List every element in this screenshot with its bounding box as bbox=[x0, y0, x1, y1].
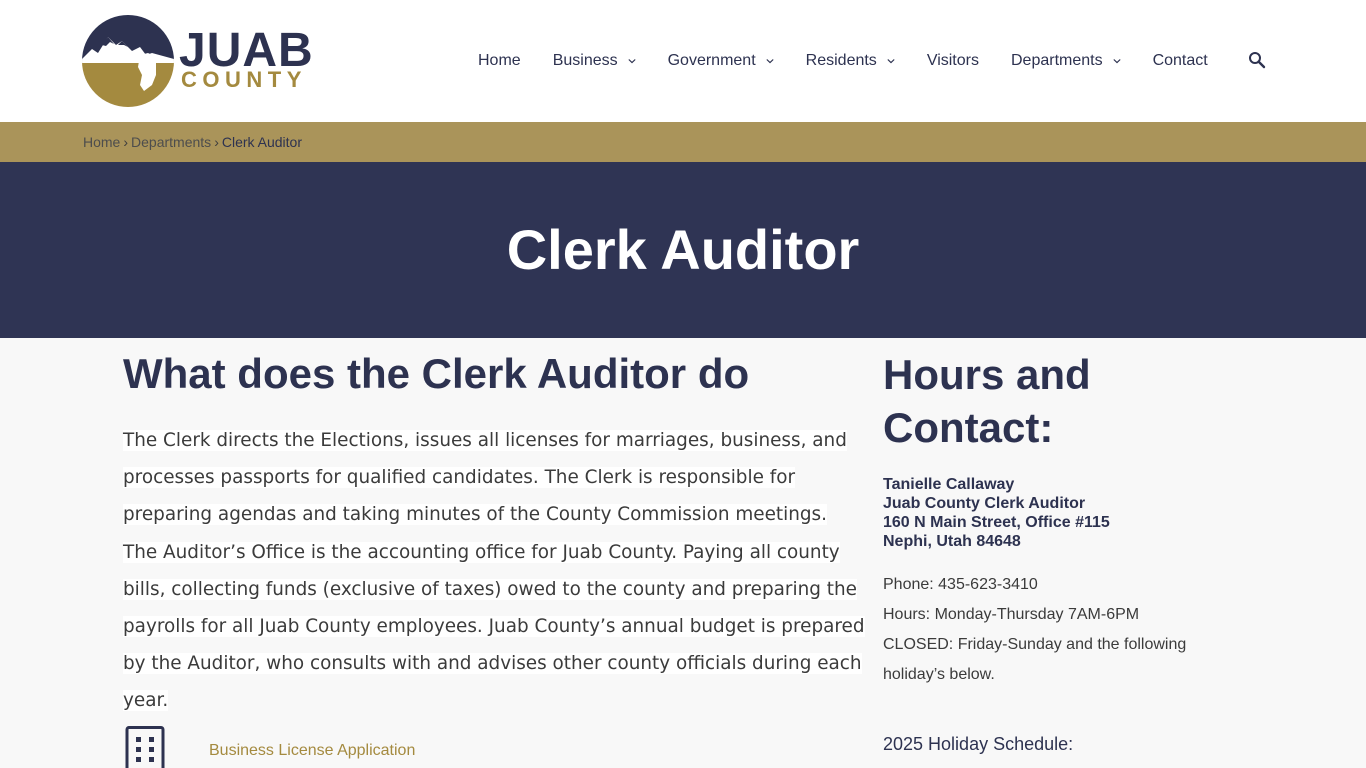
breadcrumb: Home › Departments › Clerk Auditor bbox=[83, 134, 302, 150]
nav-item-departments[interactable]: Departments bbox=[1011, 52, 1121, 70]
breadcrumb-separator: › bbox=[123, 134, 129, 150]
nav-item-label: Departments bbox=[1010, 52, 1103, 69]
business-license-link[interactable]: Business License Application bbox=[209, 742, 415, 760]
chevron-down-icon bbox=[627, 59, 636, 64]
building-icon bbox=[125, 726, 165, 768]
nav-item-contact[interactable]: Contact bbox=[1153, 52, 1208, 70]
breadcrumb-home[interactable]: Home bbox=[83, 134, 120, 150]
page-hero: Clerk Auditor bbox=[0, 162, 1366, 338]
nav-item-residents[interactable]: Residents bbox=[806, 52, 895, 70]
breadcrumb-separator: › bbox=[214, 134, 219, 150]
contact-block: Tanielle Callaway Juab County Clerk Audi… bbox=[883, 475, 1110, 551]
closed-text: CLOSED: Friday-Sunday and the following … bbox=[883, 636, 1187, 683]
description-paragraph: The Clerk directs the Elections, issues … bbox=[123, 422, 865, 720]
page-title: Clerk Auditor bbox=[506, 218, 860, 281]
nav-item-label: Visitors bbox=[926, 52, 979, 69]
nav-item-visitors[interactable]: Visitors bbox=[927, 52, 979, 70]
chevron-down-icon bbox=[766, 59, 774, 64]
search-icon[interactable] bbox=[1248, 51, 1266, 69]
section-heading: What does the Clerk Auditor do bbox=[123, 350, 750, 397]
nav-item-label: Contact bbox=[1152, 52, 1208, 69]
site-logo[interactable]: JUAB COUNTY bbox=[82, 15, 313, 107]
site-header: JUAB COUNTY Home Business Government Reside… bbox=[0, 0, 1366, 122]
main-nav: Home Business Government Residents Visitors D… bbox=[478, 48, 1240, 74]
chevron-down-icon bbox=[887, 59, 895, 64]
phone-text: Phone: 435-623-3410 bbox=[883, 576, 1038, 593]
hours-block: Phone: 435-623-3410 Hours: Monday-Thursd… bbox=[883, 570, 1213, 690]
breadcrumb-bar: Home › Departments › Clerk Auditor bbox=[0, 122, 1366, 162]
breadcrumb-departments[interactable]: Departments bbox=[131, 134, 211, 150]
logo-subtitle: COUNTY bbox=[181, 67, 307, 92]
nav-item-label: Government bbox=[667, 52, 756, 69]
chevron-down-icon bbox=[1112, 59, 1121, 64]
contact-address-line1: 160 N Main Street, Office #115 bbox=[883, 514, 1110, 531]
nav-item-label: Home bbox=[478, 52, 521, 69]
hours-text: Hours: Monday-Thursday 7AM-6PM bbox=[883, 606, 1140, 623]
logo-emblem-icon bbox=[82, 15, 174, 107]
nav-item-home[interactable]: Home bbox=[478, 52, 521, 70]
nav-item-label: Residents bbox=[805, 52, 877, 69]
nav-item-label: Business bbox=[552, 52, 618, 69]
sidebar-heading: Hours and Contact: bbox=[883, 351, 1091, 451]
breadcrumb-current: Clerk Auditor bbox=[221, 134, 303, 150]
description-text: The Clerk directs the Elections, issues … bbox=[123, 430, 865, 712]
contact-title: Juab County Clerk Auditor bbox=[883, 495, 1086, 512]
contact-address-line2: Nephi, Utah 84648 bbox=[883, 533, 1021, 550]
contact-name: Tanielle Callaway bbox=[883, 476, 1015, 493]
nav-item-business[interactable]: Business bbox=[553, 52, 636, 70]
nav-item-government[interactable]: Government bbox=[668, 52, 774, 70]
holiday-schedule-heading: 2025 Holiday Schedule: bbox=[883, 734, 1074, 754]
